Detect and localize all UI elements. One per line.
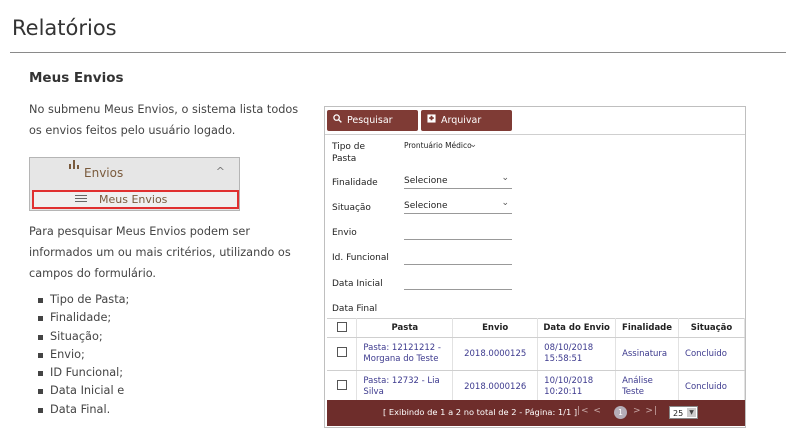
row-select-cell xyxy=(327,370,358,404)
pasta-line1: Pasta: 12732 - Lia xyxy=(363,376,440,386)
data-cell: 10/10/2018 10:20:11 xyxy=(537,370,617,404)
tipo-pasta-select[interactable]: Prontuário Médico ⌄ xyxy=(404,140,480,156)
list-item: Tipo de Pasta; xyxy=(38,291,129,309)
chevron-down-icon: ▼ xyxy=(687,408,696,417)
criteria-list: Tipo de Pasta; Finalidade; Situação; Env… xyxy=(38,291,129,419)
archive-icon xyxy=(427,110,438,131)
data-inicial-label: Data Inicial xyxy=(332,279,383,289)
finalidade-cell: Análise Teste xyxy=(615,370,680,404)
data-final-label: Data Final xyxy=(332,304,378,314)
finalidade-line2: Teste xyxy=(622,387,645,397)
situacao-cell: Concluido xyxy=(678,337,745,371)
search-paragraph: Para pesquisar Meus Envios podem ser inf… xyxy=(29,225,291,280)
column-header-situacao[interactable]: Situação xyxy=(678,318,745,338)
finalidade-line1: Assinatura xyxy=(622,348,668,359)
finalidade-label: Finalidade xyxy=(332,178,378,188)
tipo-pasta-label: Tipo de Pasta xyxy=(332,142,366,164)
select-all-checkbox[interactable] xyxy=(336,321,347,332)
list-item: Data Final. xyxy=(38,401,129,419)
list-icon xyxy=(75,195,87,204)
pasta-line2: Morgana do Teste xyxy=(363,354,439,364)
envio-cell[interactable]: 2018.0000125 xyxy=(452,337,539,371)
pasta-line2: Silva xyxy=(363,387,384,397)
data-date: 10/10/2018 xyxy=(544,376,594,386)
row-select-cell xyxy=(327,337,358,371)
toolbar-divider xyxy=(325,134,745,135)
list-item: Envio; xyxy=(38,346,129,364)
column-header-data[interactable]: Data do Envio xyxy=(537,318,617,338)
pagination-current-page[interactable]: 1 xyxy=(614,406,627,419)
pagination-next-buttons[interactable]: > >| xyxy=(633,406,658,416)
column-header-pasta[interactable]: Pasta xyxy=(356,318,454,338)
table-row[interactable]: Pasta: 12732 - Lia Silva 2018.0000126 10/… xyxy=(327,370,745,404)
chevron-down-icon: ⌄ xyxy=(469,140,477,150)
menu-item-label: Meus Envios xyxy=(99,193,168,206)
pagination-summary: [ Exibindo de 1 a 2 no total de 2 - Pági… xyxy=(383,407,578,417)
envios-table: Pasta Envio Data do Envio Finalidade Sit… xyxy=(327,318,745,404)
data-inicial-input[interactable] xyxy=(404,289,512,290)
tipo-pasta-value: Prontuário Médico xyxy=(404,141,472,150)
pagination-prev-buttons[interactable]: |< < xyxy=(577,406,602,416)
menu-group-envios[interactable]: Envios ^ xyxy=(30,158,239,188)
menu-screenshot: Envios ^ Meus Envios xyxy=(29,157,240,211)
situacao-label: Situação xyxy=(332,203,371,213)
table-row[interactable]: Pasta: 12121212 - Morgana do Teste 2018.0… xyxy=(327,337,745,371)
envio-input[interactable] xyxy=(404,239,512,240)
search-form-screenshot: Pesquisar Envios Arquivar Envios Tipo de… xyxy=(324,106,746,428)
page-size-value: 25 xyxy=(673,409,684,418)
list-item: ID Funcional; xyxy=(38,364,129,382)
menu-group-label: Envios xyxy=(84,166,124,180)
finalidade-line1: Análise xyxy=(622,376,653,386)
table-header-row: Pasta Envio Data do Envio Finalidade Sit… xyxy=(327,318,745,338)
archive-envios-button[interactable]: Arquivar Envios xyxy=(421,110,512,147)
finalidade-value: Selecione xyxy=(404,176,448,186)
situacao-select[interactable]: Selecione ⌄ xyxy=(404,198,512,214)
list-item: Situação; xyxy=(38,328,129,346)
select-all-cell xyxy=(327,318,358,338)
page-size-select[interactable]: 25 ▼ xyxy=(669,406,698,419)
id-funcional-label: Id. Funcional xyxy=(332,253,389,263)
pagination-bar: [ Exibindo de 1 a 2 no total de 2 - Pági… xyxy=(327,400,745,426)
search-icon xyxy=(333,110,344,131)
data-cell: 08/10/2018 15:58:51 xyxy=(537,337,617,371)
row-checkbox[interactable] xyxy=(336,347,347,357)
title-divider xyxy=(10,52,786,53)
column-header-envio[interactable]: Envio xyxy=(452,318,539,338)
list-item: Data Inicial e xyxy=(38,382,129,400)
pasta-cell[interactable]: Pasta: 12121212 - Morgana do Teste xyxy=(356,337,454,371)
data-date: 08/10/2018 xyxy=(544,343,594,353)
finalidade-select[interactable]: Selecione ⌄ xyxy=(404,173,512,189)
section-title: Meus Envios xyxy=(29,70,124,86)
page-title: Relatórios xyxy=(12,16,117,40)
situacao-cell: Concluido xyxy=(678,370,745,404)
data-time: 10:20:11 xyxy=(544,387,583,397)
menu-item-meus-envios[interactable]: Meus Envios xyxy=(32,190,239,209)
finalidade-cell: Assinatura xyxy=(615,337,680,371)
column-header-finalidade[interactable]: Finalidade xyxy=(615,318,680,338)
row-checkbox[interactable] xyxy=(336,380,347,390)
search-envios-button[interactable]: Pesquisar Envios xyxy=(327,110,418,147)
intro-paragraph: No submenu Meus Envios, o sistema lista … xyxy=(29,103,299,137)
situacao-value: Selecione xyxy=(404,201,448,211)
chevron-down-icon: ⌄ xyxy=(501,173,509,183)
list-item: Finalidade; xyxy=(38,309,129,327)
data-time: 15:58:51 xyxy=(544,354,583,364)
id-funcional-input[interactable] xyxy=(404,264,512,265)
chevron-down-icon: ⌄ xyxy=(501,198,509,208)
envio-cell[interactable]: 2018.0000126 xyxy=(452,370,539,404)
chevron-up-icon: ^ xyxy=(215,165,225,178)
envio-label: Envio xyxy=(332,228,357,238)
pasta-line1: Pasta: 12121212 - xyxy=(363,343,441,353)
pasta-cell[interactable]: Pasta: 12732 - Lia Silva xyxy=(356,370,454,404)
